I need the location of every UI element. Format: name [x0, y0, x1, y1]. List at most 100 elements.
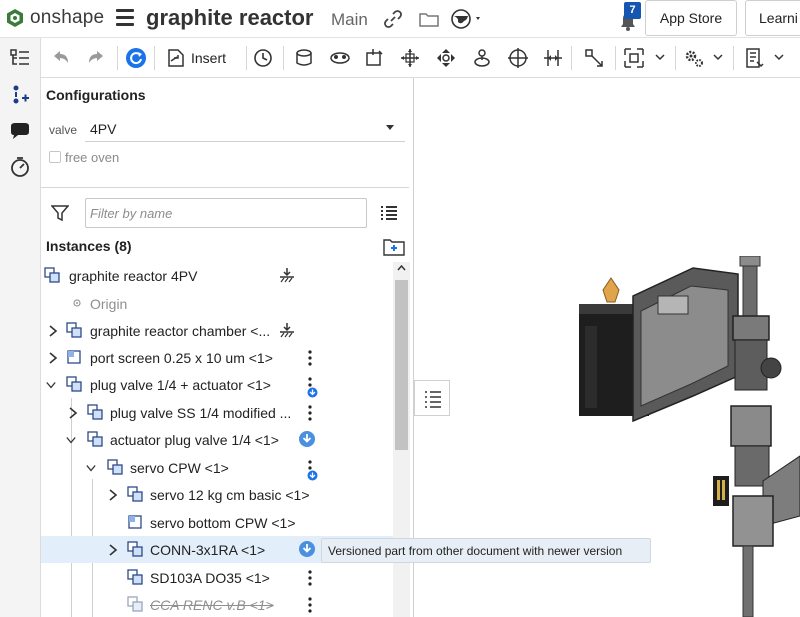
timer-icon[interactable]	[9, 156, 31, 178]
add-folder-icon[interactable]	[383, 238, 405, 256]
learning-center-button[interactable]: Learni	[745, 0, 800, 36]
graphics-viewport[interactable]	[415, 78, 800, 617]
revolute-mate-icon[interactable]	[329, 47, 351, 69]
tree-row[interactable]: plug valve 1/4 + actuator <1>	[41, 371, 393, 398]
assembly-icon	[87, 431, 103, 447]
tree-row-label: CCA RENC v.B <1>	[150, 597, 274, 613]
fastened-mate-icon[interactable]	[293, 47, 315, 69]
tree-row[interactable]: servo 12 kg cm basic <1>	[41, 481, 393, 508]
slider-mate-icon[interactable]	[363, 47, 385, 69]
fixed-ground-icon[interactable]	[279, 322, 295, 338]
insert-button[interactable]: Insert	[191, 50, 226, 66]
toolbar-divider	[733, 46, 734, 70]
kebab-menu-icon[interactable]	[308, 570, 312, 586]
tree-row[interactable]: actuator plug valve 1/4 <1>	[41, 426, 393, 453]
branch-name[interactable]: Main	[331, 10, 368, 30]
redo-icon[interactable]	[85, 47, 107, 69]
panel-divider	[41, 187, 409, 188]
tree-row-label: SD103A DO35 <1>	[150, 570, 270, 586]
kebab-menu-icon[interactable]	[308, 597, 312, 613]
tree-row[interactable]: servo bottom CPW <1>	[41, 509, 393, 536]
menu-icon[interactable]	[116, 9, 134, 29]
width-mate-icon[interactable]	[542, 47, 564, 69]
assembly-icon	[107, 459, 123, 475]
version-download-icon[interactable]	[307, 387, 318, 398]
chevron-down-icon[interactable]	[46, 379, 56, 391]
tree-row-label: graphite reactor chamber <...	[90, 323, 271, 339]
free-oven-checkbox[interactable]	[49, 151, 61, 163]
assembly-icon	[66, 322, 82, 338]
notification-badge[interactable]: 7	[624, 2, 641, 19]
link-icon[interactable]	[382, 8, 404, 30]
chevron-right-icon[interactable]	[108, 544, 118, 556]
history-clock-icon[interactable]	[252, 47, 274, 69]
tree-row-label: actuator plug valve 1/4 <1>	[110, 432, 279, 448]
fixed-ground-icon[interactable]	[279, 267, 295, 283]
undo-icon[interactable]	[50, 47, 72, 69]
document-title[interactable]: graphite reactor	[146, 5, 314, 31]
chevron-down-icon[interactable]	[86, 462, 96, 474]
origin-icon	[73, 299, 81, 307]
bill-of-materials-icon[interactable]	[743, 47, 765, 69]
planar-mate-icon[interactable]	[399, 47, 421, 69]
app-store-button[interactable]: App Store	[645, 0, 737, 36]
chevron-right-icon[interactable]	[108, 489, 118, 501]
mate-connector-icon[interactable]	[583, 47, 605, 69]
tree-row[interactable]: graphite reactor chamber <...	[41, 317, 393, 344]
toolbar-divider	[615, 46, 616, 70]
list-view-icon[interactable]	[380, 205, 398, 221]
chevron-right-icon[interactable]	[68, 407, 78, 419]
app-name: onshape	[30, 7, 105, 28]
tree-row-root-assembly[interactable]: graphite reactor 4PV	[41, 262, 393, 289]
toolbar-divider	[571, 46, 572, 70]
update-available-icon[interactable]	[298, 540, 316, 558]
regenerate-icon[interactable]	[125, 47, 147, 69]
configuration-param-label: valve	[49, 123, 78, 137]
gears-icon[interactable]	[683, 47, 705, 69]
chevron-down-icon[interactable]	[66, 434, 76, 446]
tree-row-label: plug valve 1/4 + actuator <1>	[90, 377, 271, 393]
instance-tree: graphite reactor 4PV Origin graphite rea…	[41, 262, 393, 617]
tree-row[interactable]: plug valve SS 1/4 modified ...	[41, 399, 393, 426]
collapse-panel-handle[interactable]	[414, 380, 450, 416]
assembly-icon	[44, 267, 60, 283]
kebab-menu-icon[interactable]	[308, 405, 312, 421]
scroll-up-arrow-icon[interactable]	[397, 265, 406, 271]
parallel-mate-icon[interactable]	[507, 47, 529, 69]
version-download-icon[interactable]	[307, 470, 318, 481]
toolbar-divider	[246, 46, 247, 70]
kebab-menu-icon[interactable]	[308, 350, 312, 366]
insert-icon[interactable]	[165, 47, 187, 69]
tree-row-origin[interactable]: Origin	[41, 290, 393, 317]
feature-list-icon[interactable]	[9, 47, 31, 69]
assembly-icon	[127, 596, 143, 612]
cylindrical-mate-icon[interactable]	[471, 47, 493, 69]
mate-connector-add-icon[interactable]	[9, 84, 31, 106]
chevron-right-icon[interactable]	[48, 325, 58, 337]
tree-row-label: servo bottom CPW <1>	[150, 515, 296, 531]
dropdown-caret-icon[interactable]	[386, 125, 394, 131]
tree-row[interactable]: SD103A DO35 <1>	[41, 564, 393, 591]
chevron-down-icon[interactable]	[774, 52, 784, 62]
folder-icon[interactable]	[418, 8, 440, 30]
update-available-icon[interactable]	[298, 430, 316, 448]
filter-icon[interactable]	[51, 204, 69, 222]
filter-by-name-input[interactable]	[85, 198, 367, 228]
replicate-icon[interactable]	[623, 47, 645, 69]
chevron-down-icon[interactable]	[713, 52, 723, 62]
configuration-select[interactable]: 4PV	[90, 121, 116, 137]
tree-row[interactable]: servo CPW <1>	[41, 454, 393, 481]
chevron-down-icon[interactable]	[655, 52, 665, 62]
assembly-icon	[127, 569, 143, 585]
tree-row[interactable]: port screen 0.25 x 10 um <1>	[41, 344, 393, 371]
toolbar-divider	[283, 46, 284, 70]
tree-row-label: servo CPW <1>	[130, 460, 229, 476]
chevron-right-icon[interactable]	[48, 352, 58, 364]
onshape-logo-icon[interactable]	[6, 8, 24, 28]
part-studio-icon	[87, 404, 103, 420]
scrollbar-thumb[interactable]	[395, 280, 408, 450]
comments-icon[interactable]	[9, 120, 31, 142]
tree-row-suppressed[interactable]: CCA RENC v.B <1>	[41, 591, 393, 617]
globe-share-icon[interactable]	[450, 8, 484, 30]
ball-mate-icon[interactable]	[435, 47, 457, 69]
